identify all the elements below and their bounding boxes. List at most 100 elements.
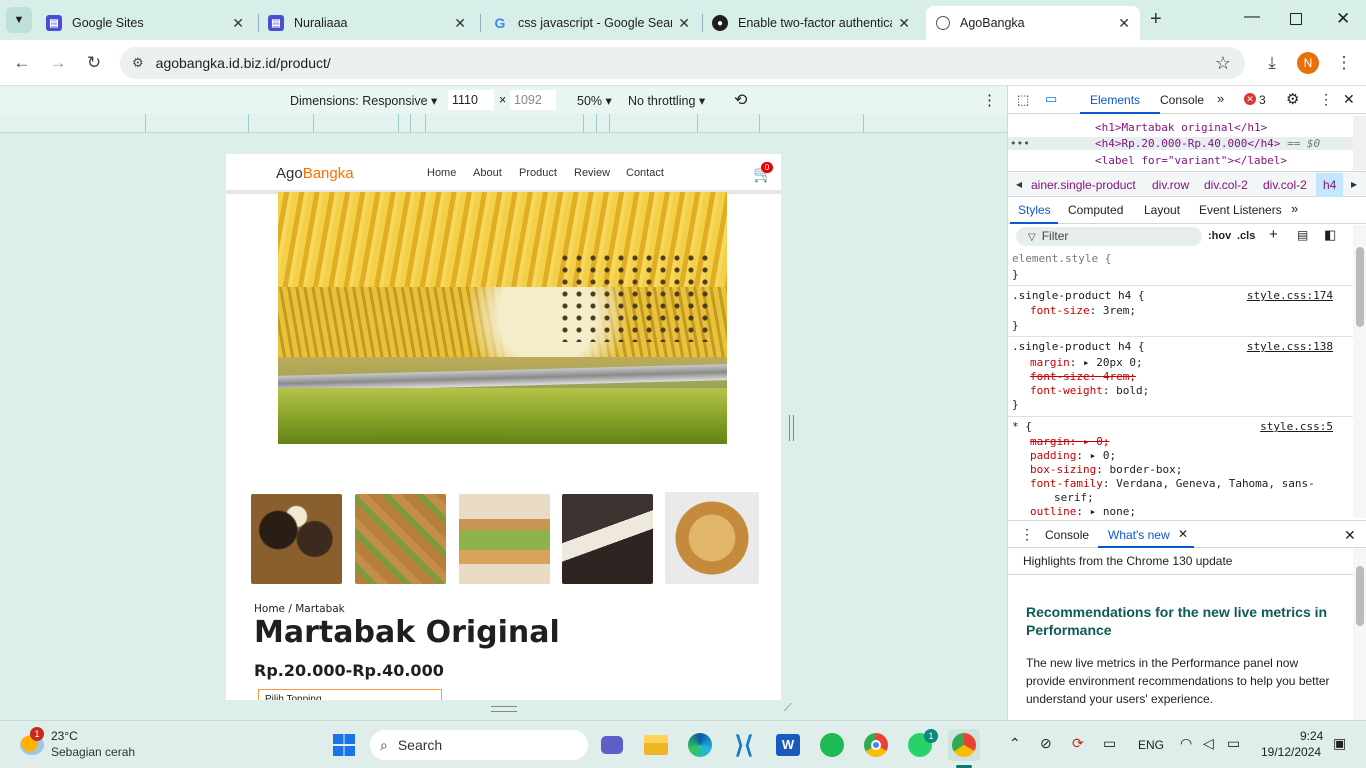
thumbnail-martabak-pandan[interactable] [459,494,550,584]
settings-gear-icon[interactable]: ⚙ [1286,90,1299,108]
rule-universal-prop-box-sizing[interactable]: box-sizing: border-box; [1030,463,1182,476]
paint-icon[interactable]: ▤ [1297,228,1308,242]
close-drawer-icon[interactable]: ✕ [1344,527,1356,544]
tab-layout[interactable]: Layout [1144,203,1180,217]
close-tab-icon[interactable]: ✕ [1118,15,1130,32]
nav-review[interactable]: Review [574,167,610,179]
drawer-tab-whats-new[interactable]: What's new [1108,528,1170,542]
devtools-menu-icon[interactable]: ⋮ [1319,91,1333,108]
tab-event-listeners[interactable]: Event Listeners [1199,203,1282,217]
meet-app-icon[interactable] [596,729,628,761]
rule-universal-prop-font-family[interactable]: font-family: Verdana, Geneva, Tahoma, sa… [1030,477,1315,490]
crumb-container[interactable]: ainer.single-product [1031,178,1136,192]
topping-select[interactable]: Pilih Topping [258,689,442,700]
dom-h1[interactable]: <h1>Martabak original</h1> [1095,121,1267,134]
thumbnail-martabak-telur[interactable] [355,494,446,584]
resize-corner[interactable]: ⟋ [784,702,792,715]
reload-icon[interactable]: ↻ [82,51,106,75]
crumb-col2-b[interactable]: div.col-2 [1263,178,1307,192]
more-style-tabs-icon[interactable]: » [1291,201,1298,216]
battery-icon[interactable]: ▭ [1227,735,1240,752]
dom-h4[interactable]: <h4>Rp.20.000-Rp.40.000</h4> == $0 [1008,137,1353,150]
drawer-tab-console[interactable]: Console [1045,528,1089,542]
menu-icon[interactable]: ⋮ [1332,51,1356,75]
styles-filter-input[interactable]: ▽ Filter [1016,227,1202,246]
start-button[interactable] [328,729,360,761]
resize-handle-bottom[interactable] [491,706,517,712]
resize-handle-right[interactable] [789,415,794,441]
tab-search-button[interactable]: ▼ [6,7,32,33]
close-window-button[interactable]: ✕ [1336,9,1350,29]
tab-google-search[interactable]: G css javascript - Google Searc ✕ [482,6,700,40]
nav-home[interactable]: Home [427,167,456,179]
tab-elements[interactable]: Elements [1090,93,1140,107]
media-query-bar[interactable] [0,114,1007,133]
error-icon[interactable]: ✕ [1244,93,1256,105]
dom-label[interactable]: <label for="variant"></label> [1095,154,1287,167]
nav-product[interactable]: Product [519,167,557,179]
word-icon[interactable]: W [772,729,804,761]
thumbnail-martabak-telur-plate[interactable] [665,492,759,584]
rule-universal-selector[interactable]: * { [1012,420,1032,433]
rule-138-selector[interactable]: .single-product h4 { [1012,340,1144,353]
tab-github[interactable]: ● Enable two-factor authentica ✕ [702,6,920,40]
bookmark-star-icon[interactable]: ☆ [1215,53,1231,74]
file-explorer-icon[interactable] [640,729,672,761]
cls-toggle[interactable]: .cls [1237,230,1255,242]
weather-widget[interactable]: 1 23°C Sebagian cerah [18,727,158,763]
breadcrumb-left-icon[interactable]: ◂ [1016,177,1022,191]
rule-element-style-selector[interactable]: element.style { [1012,252,1111,265]
error-count[interactable]: 3 [1259,93,1266,107]
crumb-col2-a[interactable]: div.col-2 [1204,178,1248,192]
rotate-icon[interactable]: ⟲ [734,90,747,110]
rule-universal-prop-outline[interactable]: outline: ▸ none; [1030,505,1136,518]
keyboard-icon[interactable]: ▭ [1103,735,1116,752]
product-main-image[interactable] [278,192,727,444]
chrome-icon[interactable] [860,729,892,761]
close-tab-icon[interactable]: ✕ [678,15,690,32]
crumb-row[interactable]: div.row [1152,178,1189,192]
sidebar-toggle-icon[interactable]: ◧ [1324,227,1336,243]
spotify-icon[interactable] [816,729,848,761]
rule-138-prop-font-size[interactable]: font-size: 4rem; [1030,370,1136,383]
clock-time[interactable]: 9:24 [1300,729,1323,743]
download-icon[interactable]: ⤓ [1260,51,1284,75]
rule-138-source-link[interactable]: style.css:138 [1247,340,1333,353]
height-input[interactable]: 1092 [510,90,556,110]
more-options-icon[interactable]: ⋮ [982,91,997,109]
more-tabs-icon[interactable]: » [1217,91,1224,106]
tab-styles[interactable]: Styles [1018,203,1051,217]
clock-date[interactable]: 19/12/2024 [1261,745,1321,759]
new-rule-icon[interactable]: + [1269,226,1278,243]
hov-toggle[interactable]: :hov [1208,230,1231,242]
tab-nuraliaaa[interactable]: ▤ Nuraliaaa ✕ [258,6,476,40]
nav-about[interactable]: About [473,167,502,179]
chrome-profile-icon[interactable] [948,729,980,761]
crumb-h4[interactable]: h4 [1316,173,1344,197]
device-toggle-icon[interactable]: ▭ [1045,91,1057,107]
drawer-menu-icon[interactable]: ⋮ [1020,526,1034,543]
close-devtools-icon[interactable]: ✕ [1343,91,1355,108]
close-tab-icon[interactable]: ✕ [454,15,466,32]
drawer-scrollbar[interactable] [1353,548,1366,720]
tab-google-sites[interactable]: ▤ Google Sites ✕ [36,6,254,40]
new-tab-button[interactable]: + [1150,8,1162,31]
breadcrumb-right-icon[interactable]: ▸ [1351,177,1357,191]
close-tab-icon[interactable]: ✕ [898,15,910,32]
rule-universal-prop-padding[interactable]: padding: ▸ 0; [1030,449,1116,462]
address-bar[interactable]: ⚙ agobangka.id.biz.id/product/ ☆ [120,47,1245,79]
nav-contact[interactable]: Contact [626,167,664,179]
close-whats-new-icon[interactable]: ✕ [1178,527,1188,541]
thumbnail-martabak-black[interactable] [562,494,653,584]
dom-scrollbar[interactable] [1353,116,1366,170]
site-logo[interactable]: AgoBangka [276,165,354,182]
dom-ellipsis[interactable]: ••• [1010,137,1030,150]
tab-agobangka[interactable]: AgoBangka ✕ [926,6,1140,40]
thumbnail-martabak-cheese-chocolate[interactable] [251,494,342,584]
news-title[interactable]: Recommendations for the new live metrics… [1026,603,1344,639]
profile-avatar[interactable]: N [1297,52,1319,74]
back-icon[interactable]: ← [10,51,34,75]
styles-scrollbar[interactable] [1353,225,1366,518]
forward-icon[interactable]: → [46,51,70,75]
restore-button[interactable] [1290,13,1302,25]
